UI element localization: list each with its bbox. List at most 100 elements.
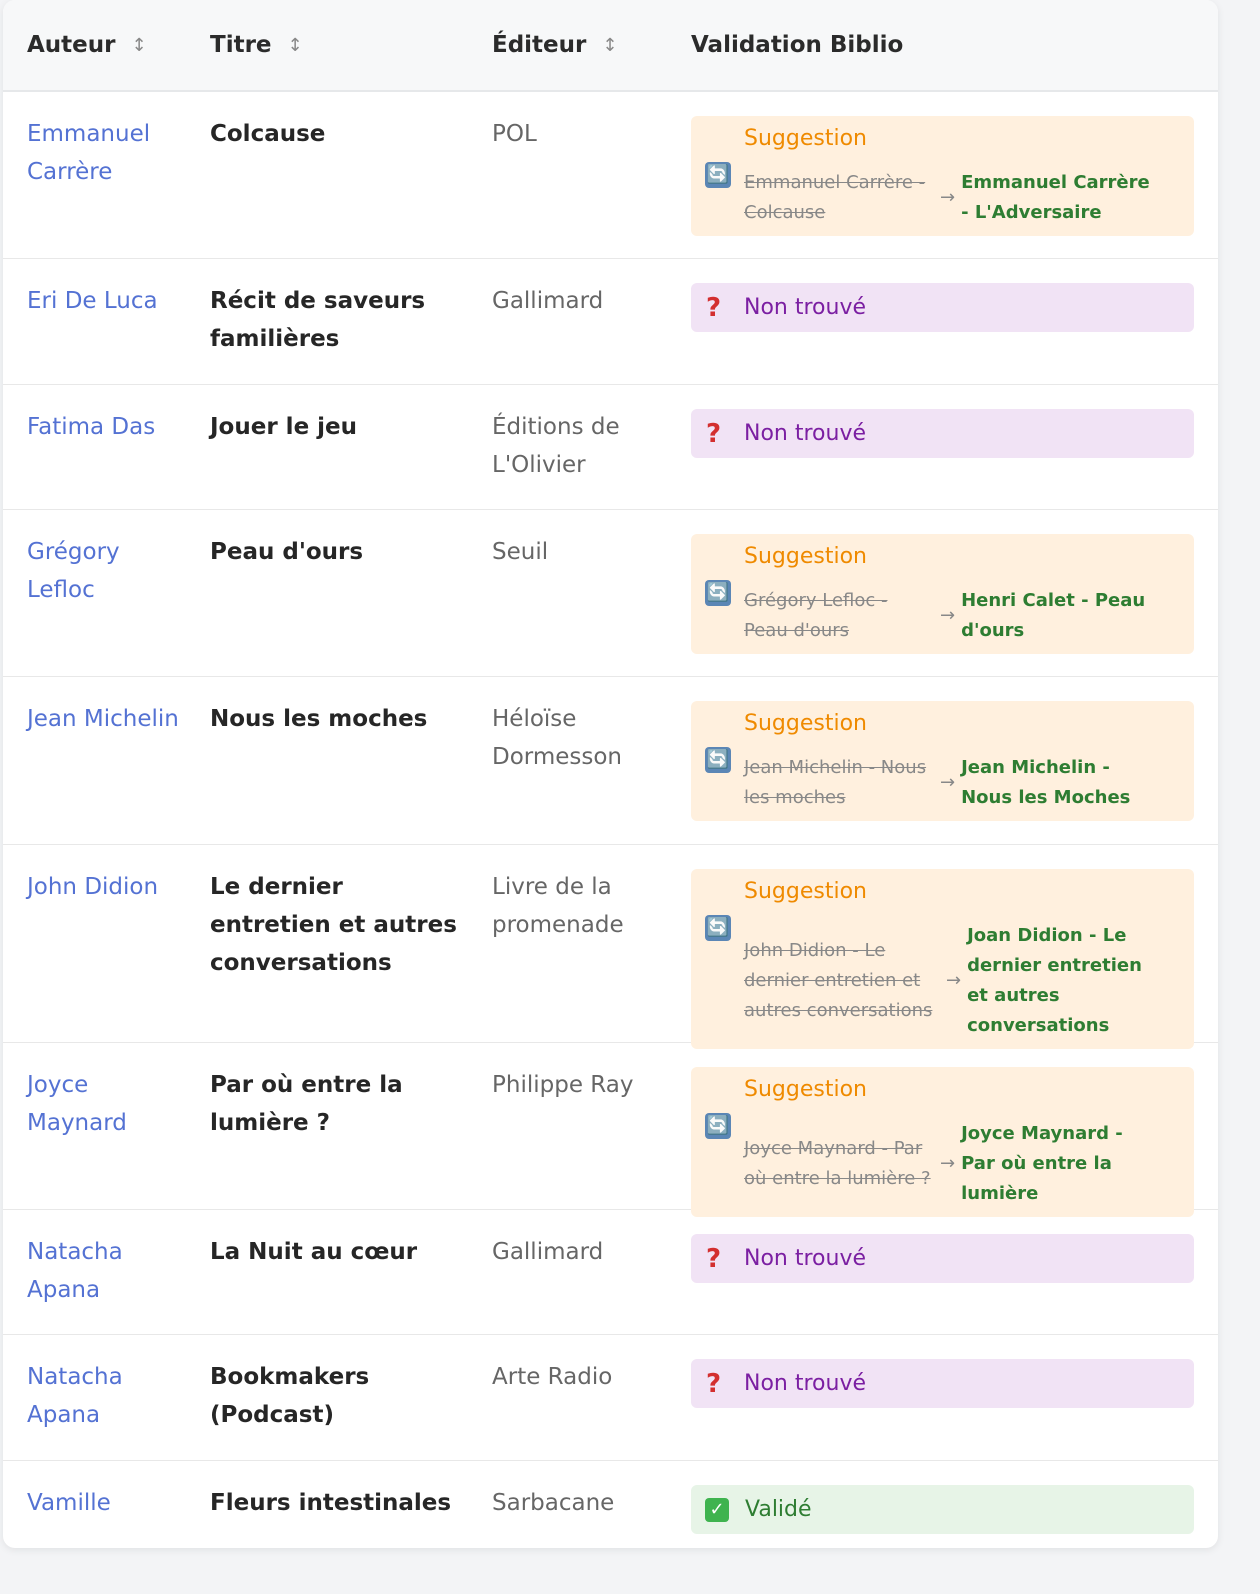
suggestion-new-value[interactable]: Jean Michelin - Nous les Moches (961, 753, 1161, 813)
suggestion-old-value: Joyce Maynard - Par où entre la lumière … (744, 1138, 931, 1189)
table-row: Grégory Lefloc Peau d'ours Seuil Suggestion… (3, 510, 1218, 677)
table-row: John Didion Le dernier entretien et autre… (3, 845, 1218, 1049)
author-link[interactable]: Vamille (27, 1484, 192, 1522)
suggestion-box: Suggestion 🔄 Joyce Maynard - Par où entre … (691, 1067, 1194, 1217)
book-title: Colcause (210, 121, 326, 147)
publisher-name: Philippe Ray (492, 1072, 634, 1098)
suggestion-label: Suggestion (744, 879, 867, 904)
status-text: Non trouvé (744, 1245, 866, 1271)
book-title: Par où entre la lumière ? (210, 1072, 403, 1136)
validation-cell: Suggestion 🔄 John Didion - Le dernier entr… (691, 869, 1194, 1049)
suggestion-old-value: Grégory Lefloc - Peau d'ours (744, 590, 888, 641)
column-header-publisher[interactable]: Éditeur ↕ (492, 0, 617, 90)
sync-icon: 🔄 (705, 747, 731, 773)
suggestion-new-value[interactable]: Henri Calet - Peau d'ours (961, 586, 1161, 646)
column-header-author[interactable]: Auteur ↕ (27, 0, 147, 90)
book-title: Jouer le jeu (210, 414, 358, 440)
table-row: Joyce Maynard Par où entre la lumière ? Ph… (3, 1043, 1218, 1217)
suggestion-label: Suggestion (744, 1077, 867, 1102)
suggestion-label: Suggestion (744, 544, 867, 569)
column-header-title-label: Titre (210, 32, 272, 58)
suggestion-body: 🔄 Emmanuel Carrère - Colcause → Emmanuel Ca… (691, 162, 1194, 228)
suggestion-body: 🔄 Jean Michelin - Nous les moches → Jean Mi… (691, 747, 1194, 813)
sync-icon: 🔄 (705, 915, 731, 941)
book-title: Nous les moches (210, 706, 428, 732)
suggestion-body: 🔄 John Didion - Le dernier entretien et a… (691, 915, 1194, 1041)
status-text: Non trouvé (744, 294, 866, 320)
publisher-name: Seuil (492, 539, 549, 565)
suggestion-new-value[interactable]: Joan Didion - Le dernier entretien et au… (967, 921, 1167, 1041)
column-header-validation-label: Validation Biblio (691, 32, 904, 58)
book-title: Peau d'ours (210, 539, 364, 565)
sort-icon[interactable]: ↕ (132, 35, 147, 56)
not-found-badge: ? Non trouvé (691, 283, 1194, 332)
sync-icon: 🔄 (705, 162, 731, 188)
book-title: La Nuit au cœur (210, 1239, 418, 1265)
table-row: Vamille Fleurs intestinales Sarbacane ✓ Vali… (3, 1461, 1218, 1548)
status-text: Validé (745, 1496, 812, 1522)
suggestion-old-value: John Didion - Le dernier entretien et au… (744, 940, 933, 1021)
suggestion-new-value[interactable]: Emmanuel Carrère - L'Adversaire (961, 168, 1161, 228)
book-title: Fleurs intestinales (210, 1490, 452, 1516)
publisher-name: Gallimard (492, 1239, 604, 1265)
author-link[interactable]: John Didion (27, 868, 192, 906)
publisher-name: POL (492, 121, 537, 147)
results-table: Auteur ↕ Titre ↕ Éditeur ↕ Validation Bi… (3, 0, 1218, 1548)
table-row: Jean Michelin Nous les moches Héloïse Dorm… (3, 677, 1218, 845)
table-row: Fatima Das Jouer le jeu Éditions de L'Oliv… (3, 385, 1218, 510)
column-header-publisher-label: Éditeur (492, 32, 587, 58)
book-title: Bookmakers (Podcast) (210, 1364, 370, 1428)
status-text: Non trouvé (744, 420, 866, 446)
sync-icon: 🔄 (705, 580, 731, 606)
validation-cell: Suggestion 🔄 Grégory Lefloc - Peau d'ours →… (691, 534, 1194, 654)
sort-icon[interactable]: ↕ (602, 35, 617, 56)
author-link[interactable]: Emmanuel Carrère (27, 115, 192, 191)
not-found-badge: ? Non trouvé (691, 1359, 1194, 1408)
arrow-icon: → (940, 605, 956, 626)
column-header-validation: Validation Biblio (691, 0, 903, 90)
suggestion-old-value: Emmanuel Carrère - Colcause (744, 172, 926, 223)
arrow-icon: → (946, 970, 962, 991)
suggestion-old-value: Jean Michelin - Nous les moches (744, 757, 927, 808)
not-found-badge: ? Non trouvé (691, 1234, 1194, 1283)
publisher-name: Gallimard (492, 288, 604, 314)
table-header: Auteur ↕ Titre ↕ Éditeur ↕ Validation Bi… (3, 0, 1218, 92)
question-icon: ? (706, 1243, 722, 1274)
publisher-name: Sarbacane (492, 1490, 615, 1516)
author-link[interactable]: Natacha Apana (27, 1358, 192, 1434)
book-title: Le dernier entretien et autres conversat… (210, 874, 457, 976)
question-icon: ? (706, 1368, 722, 1399)
validation-cell: ? Non trouvé (691, 1234, 1194, 1283)
suggestion-body: 🔄 Grégory Lefloc - Peau d'ours → Henri Cale… (691, 580, 1194, 646)
validation-cell: Suggestion 🔄 Emmanuel Carrère - Colcause → E… (691, 116, 1194, 236)
validation-cell: ✓ Validé (691, 1485, 1194, 1534)
publisher-name: Héloïse Dormesson (492, 706, 623, 770)
arrow-icon: → (940, 772, 956, 793)
author-link[interactable]: Eri De Luca (27, 282, 192, 320)
suggestion-box: Suggestion 🔄 Grégory Lefloc - Peau d'ours →… (691, 534, 1194, 654)
author-link[interactable]: Joyce Maynard (27, 1066, 192, 1142)
publisher-name: Éditions de L'Olivier (492, 414, 620, 478)
status-text: Non trouvé (744, 1370, 866, 1396)
author-link[interactable]: Natacha Apana (27, 1233, 192, 1309)
validation-cell: ? Non trouvé (691, 1359, 1194, 1408)
suggestion-new-value[interactable]: Joyce Maynard - Par où entre la lumière (961, 1119, 1161, 1209)
table-row: Natacha Apana La Nuit au cœur Gallimard? No… (3, 1210, 1218, 1335)
author-link[interactable]: Grégory Lefloc (27, 533, 192, 609)
suggestion-box: Suggestion 🔄 John Didion - Le dernier entr… (691, 869, 1194, 1049)
question-icon: ? (706, 418, 722, 449)
suggestion-box: Suggestion 🔄 Jean Michelin - Nous les moch… (691, 701, 1194, 821)
validation-cell: ? Non trouvé (691, 283, 1194, 332)
suggestion-label: Suggestion (744, 126, 867, 151)
suggestion-label: Suggestion (744, 711, 867, 736)
sync-icon: 🔄 (705, 1113, 731, 1139)
publisher-name: Arte Radio (492, 1364, 613, 1390)
arrow-icon: → (940, 1153, 956, 1174)
column-header-title[interactable]: Titre ↕ (210, 0, 303, 90)
not-found-badge: ? Non trouvé (691, 409, 1194, 458)
suggestion-body: 🔄 Joyce Maynard - Par où entre la lumière… (691, 1113, 1194, 1209)
author-link[interactable]: Fatima Das (27, 408, 192, 446)
sort-icon[interactable]: ↕ (288, 35, 303, 56)
author-link[interactable]: Jean Michelin (27, 700, 192, 738)
validated-badge: ✓ Validé (691, 1485, 1194, 1534)
